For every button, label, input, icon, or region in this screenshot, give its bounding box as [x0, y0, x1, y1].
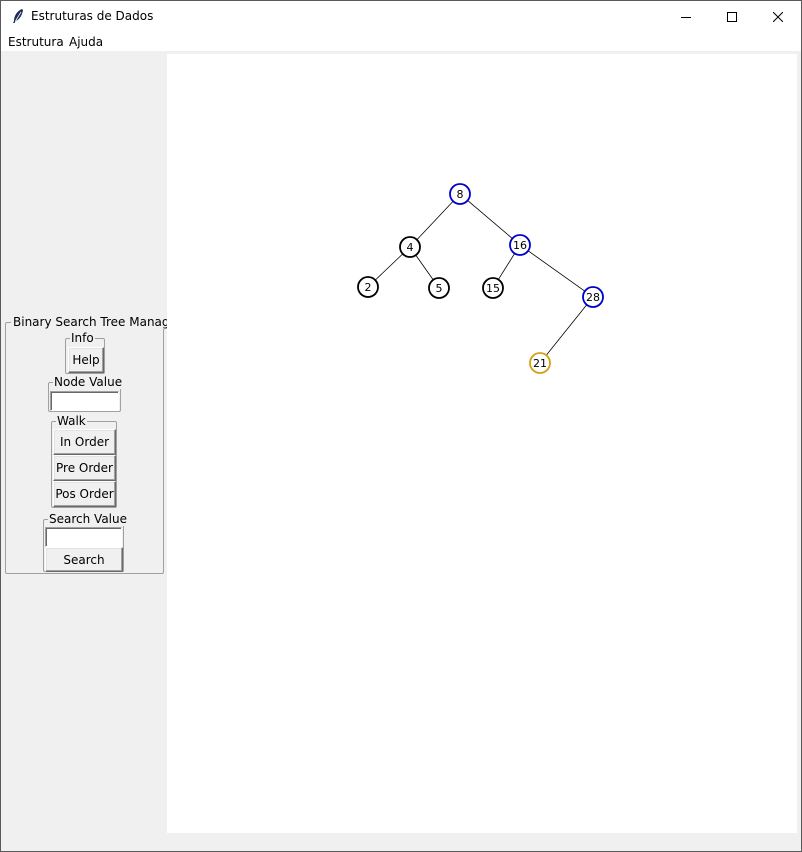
search-value-legend: Search Value [48, 512, 128, 526]
pos-order-button[interactable]: Pos Order [53, 481, 116, 507]
panel-title: Binary Search Tree Manager [11, 315, 184, 329]
window-title: Estruturas de Dados [31, 9, 154, 23]
minimize-button[interactable] [663, 1, 709, 32]
maximize-button[interactable] [709, 1, 755, 32]
app-window: Estruturas de Dados Estrutura Ajuda Bina… [0, 0, 802, 852]
tree-edge-16-15 [497, 253, 516, 280]
node-value-legend: Node Value [53, 375, 124, 389]
close-icon [773, 11, 783, 22]
tree-node-4: 4 [399, 236, 421, 258]
tree-node-5: 5 [428, 277, 450, 299]
tree-node-label: 4 [407, 241, 414, 254]
pre-order-button[interactable]: Pre Order [53, 455, 116, 481]
tree-node-8: 8 [449, 183, 471, 205]
tree-node-label: 15 [486, 282, 500, 295]
tree-edge-28-21 [545, 304, 588, 356]
tree-node-label: 21 [533, 357, 547, 370]
tree-graph: 8 4 16 2 5 15 28 21 [357, 183, 604, 374]
info-legend: Info [70, 331, 95, 345]
search-group: Search Value Search [43, 512, 128, 572]
bst-manager-panel: Binary Search Tree Manager Info Help Nod… [5, 315, 184, 574]
maximize-icon [727, 11, 737, 22]
menu-estrutura[interactable]: Estrutura [8, 35, 64, 49]
tree-node-2: 2 [357, 276, 379, 298]
tree-node-label: 28 [586, 291, 600, 304]
feather-icon [13, 9, 23, 23]
tree-edge-4-2 [374, 253, 404, 281]
tree-edge-4-5 [415, 254, 434, 281]
minimize-icon [681, 16, 691, 18]
tree-node-label: 8 [457, 188, 464, 201]
in-order-button[interactable]: In Order [53, 429, 116, 455]
tree-edge-8-4 [416, 200, 454, 241]
tree-node-16: 16 [509, 234, 531, 256]
node-value-group: Node Value [48, 375, 124, 412]
node-value-input[interactable] [50, 391, 119, 411]
search-value-input[interactable] [45, 527, 122, 547]
tree-node-15: 15 [482, 277, 504, 299]
tree-canvas[interactable]: 8 4 16 2 5 15 28 21 [167, 54, 797, 833]
help-button[interactable]: Help [68, 347, 104, 373]
tree-node-label: 5 [436, 282, 443, 295]
tree-node-21: 21 [529, 352, 551, 374]
search-button[interactable]: Search [45, 547, 123, 572]
walk-group: Walk In Order Pre Order Pos Order [51, 414, 117, 508]
tree-node-label: 2 [365, 281, 372, 294]
close-button[interactable] [755, 1, 801, 32]
menu-ajuda[interactable]: Ajuda [69, 35, 103, 49]
tree-edge-8-16 [467, 200, 513, 239]
walk-legend: Walk [56, 414, 87, 428]
tree-node-label: 16 [513, 239, 527, 252]
tree-node-28: 28 [582, 286, 604, 308]
tree-edge-16-28 [527, 250, 586, 292]
info-group: Info Help [65, 331, 105, 374]
title-bar[interactable]: Estruturas de Dados [1, 1, 801, 32]
menu-bar: Estrutura Ajuda [1, 32, 801, 51]
